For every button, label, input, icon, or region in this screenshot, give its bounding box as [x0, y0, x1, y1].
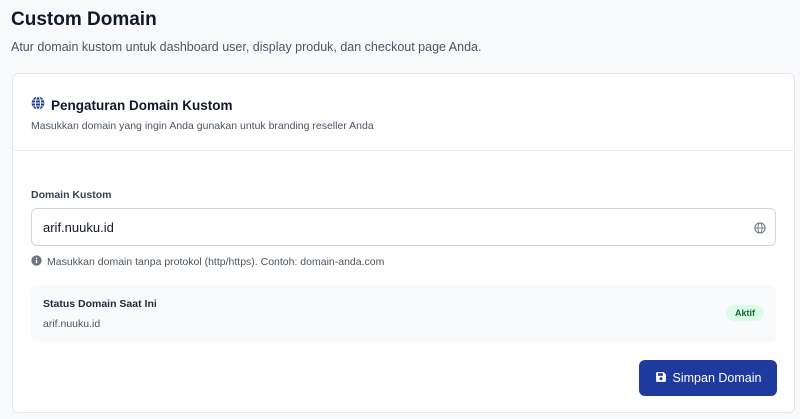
page-title: Custom Domain [11, 9, 157, 30]
domain-field-label: Domain Kustom [31, 189, 112, 201]
info-icon [31, 253, 42, 271]
domain-input[interactable] [31, 208, 776, 246]
globe-icon [31, 96, 45, 115]
status-label: Status Domain Saat Ini [43, 298, 157, 310]
page-subtitle: Atur domain kustom untuk dashboard user,… [11, 40, 482, 54]
status-value: arif.nuuku.id [43, 318, 101, 330]
save-button-label: Simpan Domain [672, 371, 762, 385]
globe-icon [754, 221, 766, 234]
save-icon [655, 371, 667, 386]
domain-settings-card: Pengaturan Domain Kustom Masukkan domain… [12, 73, 795, 413]
status-badge: Aktif [726, 305, 764, 321]
card-title: Pengaturan Domain Kustom [51, 98, 233, 113]
hint-text: Masukkan domain tanpa protokol (http/htt… [47, 256, 385, 268]
card-header: Pengaturan Domain Kustom Masukkan domain… [13, 74, 794, 151]
card-description: Masukkan domain yang ingin Anda gunakan … [31, 120, 374, 132]
current-domain-status: Status Domain Saat Ini arif.nuuku.id Akt… [31, 285, 776, 342]
card-title-row: Pengaturan Domain Kustom [31, 96, 233, 115]
domain-hint: Masukkan domain tanpa protokol (http/htt… [31, 253, 384, 271]
save-domain-button[interactable]: Simpan Domain [639, 360, 777, 396]
